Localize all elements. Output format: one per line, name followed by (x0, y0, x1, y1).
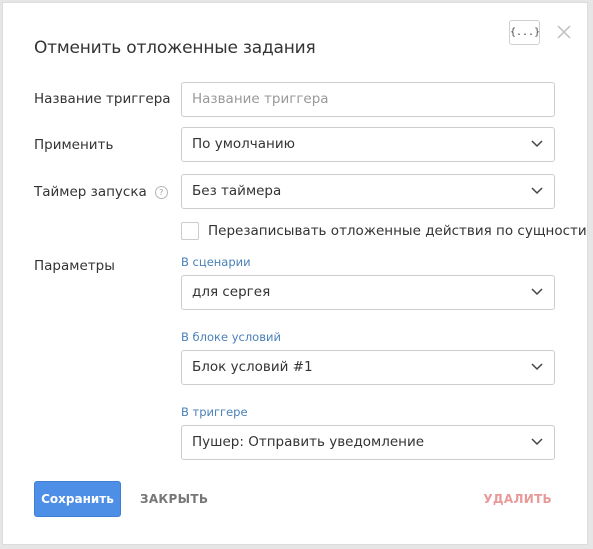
launch-timer-select[interactable]: Без таймера (181, 174, 555, 209)
chevron-down-icon (531, 363, 543, 371)
trigger-name-label: Название триггера (34, 91, 171, 107)
save-button[interactable]: Сохранить (34, 481, 121, 517)
chevron-down-icon (531, 438, 543, 446)
dialog-title: Отменить отложенные задания (34, 38, 316, 58)
launch-timer-selected-value: Без таймера (192, 183, 282, 199)
launch-timer-label: Таймер запуска? (34, 184, 168, 200)
delete-button[interactable]: УДАЛИТЬ (483, 481, 552, 517)
question-icon[interactable]: ? (154, 186, 168, 199)
condition-block-selected-value: Блок условий #1 (192, 359, 313, 375)
apply-select[interactable]: По умолчанию (181, 127, 555, 162)
parameters-label: Параметры (34, 258, 115, 274)
trigger-name-placeholder: Название триггера (192, 91, 329, 107)
condition-block-label: В блоке условий (181, 330, 281, 344)
chevron-down-icon (531, 288, 543, 296)
apply-label: Применить (34, 137, 114, 153)
trigger-selected-value: Пушер: Отправить уведомление (192, 434, 425, 450)
overwrite-checkbox[interactable] (181, 222, 199, 240)
condition-block-select[interactable]: Блок условий #1 (181, 350, 555, 385)
scenario-label: В сценарии (181, 255, 251, 269)
code-view-button[interactable]: {...} (509, 20, 540, 45)
chevron-down-icon (531, 187, 543, 195)
chevron-down-icon (531, 140, 543, 148)
dialog: Отменить отложенные задания {...} Назван… (2, 2, 588, 545)
trigger-name-input[interactable]: Название триггера (181, 82, 555, 117)
scenario-select[interactable]: для сергея (181, 275, 555, 310)
scenario-selected-value: для сергея (192, 284, 271, 300)
launch-timer-label-text: Таймер запуска (34, 184, 147, 200)
close-icon[interactable] (554, 20, 574, 44)
trigger-label: В триггере (181, 405, 248, 419)
trigger-select[interactable]: Пушер: Отправить уведомление (181, 425, 555, 460)
close-button[interactable]: ЗАКРЫТЬ (140, 481, 208, 517)
overwrite-checkbox-label[interactable]: Перезаписывать отложенные действия по су… (208, 223, 587, 239)
apply-selected-value: По умолчанию (192, 136, 295, 152)
